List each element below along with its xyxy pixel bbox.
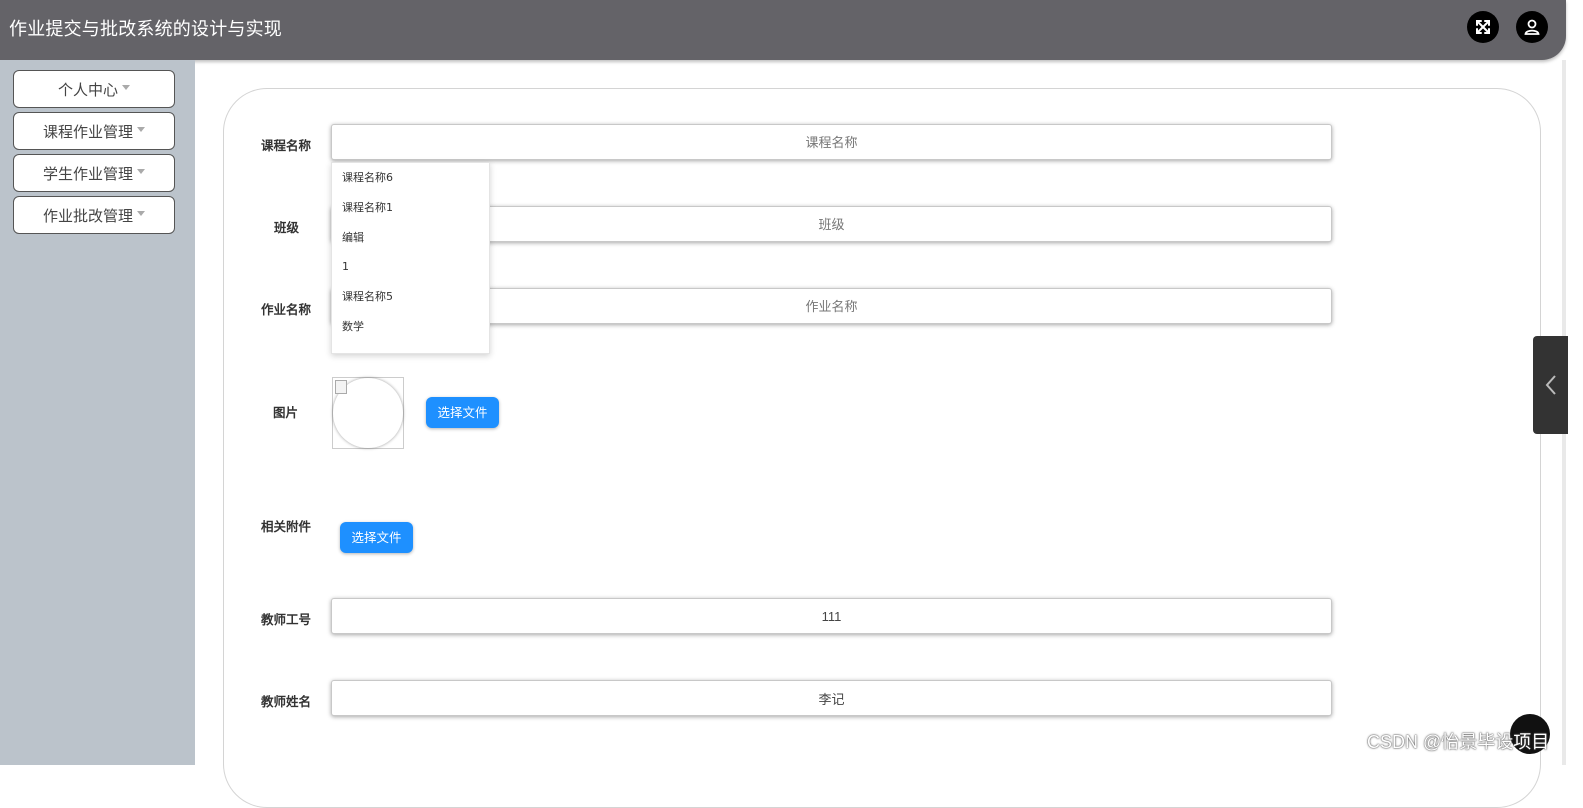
attachment-choose-file-button[interactable]: 选择文件 (340, 522, 413, 553)
sidebar-item-label: 课程作业管理 (42, 122, 133, 141)
user-icon[interactable] (1516, 11, 1548, 43)
teacher-name-input[interactable] (331, 680, 1332, 716)
suggestion-item[interactable]: 1 (332, 252, 489, 282)
app-title: 作业提交与批改系统的设计与实现 (9, 19, 282, 40)
watermark: CSDN @怡景毕设项目 (1367, 732, 1550, 752)
sidebar: 个人中心 课程作业管理 学生作业管理 作业批改管理 (0, 60, 195, 765)
image-choose-file-button[interactable]: 选择文件 (426, 397, 499, 428)
caret-down-icon (137, 126, 145, 132)
class-label: 班级 (273, 220, 299, 235)
suggestion-item[interactable]: 课程名称1 (332, 193, 489, 223)
caret-down-icon (122, 84, 130, 90)
suggestion-item[interactable]: 课程名称5 (332, 282, 489, 312)
sidebar-item-course-homework[interactable]: 课程作业管理 (13, 112, 175, 150)
homework-name-label: 作业名称 (260, 302, 311, 317)
sidebar-item-personal-center[interactable]: 个人中心 (13, 70, 175, 108)
suggestion-item[interactable]: 数学 (332, 312, 489, 342)
caret-down-icon (137, 168, 145, 174)
sidebar-item-label: 个人中心 (57, 80, 118, 99)
sidebar-item-student-homework[interactable]: 学生作业管理 (13, 154, 175, 192)
image-label: 图片 (272, 405, 298, 420)
fullscreen-icon[interactable] (1467, 11, 1499, 43)
teacher-id-label: 教师工号 (260, 612, 311, 627)
caret-down-icon (137, 210, 145, 216)
side-panel-toggle[interactable] (1533, 336, 1568, 434)
top-bar: 作业提交与批改系统的设计与实现 (0, 0, 1566, 60)
chevron-left-icon (1545, 375, 1556, 395)
course-name-input[interactable] (331, 124, 1332, 160)
course-name-label: 课程名称 (260, 138, 311, 153)
sidebar-item-homework-grading[interactable]: 作业批改管理 (13, 196, 175, 234)
suggestion-item[interactable]: 课程名称6 (332, 163, 489, 193)
suggestion-item[interactable]: 编辑 (332, 223, 489, 253)
sidebar-item-label: 学生作业管理 (42, 164, 133, 183)
course-name-suggestions: 课程名称6 课程名称1 编辑 1 课程名称5 数学 (331, 162, 490, 354)
teacher-name-label: 教师姓名 (260, 694, 311, 709)
teacher-id-input[interactable] (331, 598, 1332, 634)
sidebar-item-label: 作业批改管理 (42, 206, 133, 225)
broken-image-icon (335, 380, 347, 394)
image-preview (332, 377, 404, 449)
attachment-label: 相关附件 (260, 519, 311, 534)
